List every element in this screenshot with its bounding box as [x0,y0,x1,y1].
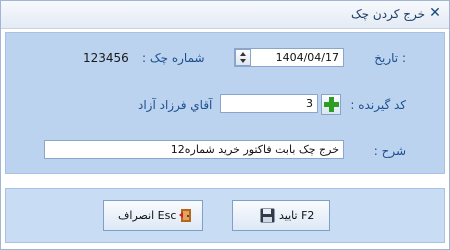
title-bar: خرج کردن چک ✕ [1,1,449,29]
payee-code-value: 3 [306,97,313,110]
payee-name: آقاي فرزاد آزاد [138,98,213,112]
confirm-button[interactable]: تایید F2 [232,200,330,231]
floppy-disk-icon [260,208,275,223]
payee-code-label: کد گیرنده : [350,98,406,112]
date-label: تاریخ : [374,51,406,65]
plus-icon [324,97,339,112]
form-panel: تاریخ : 1404/04/17 شماره چک : 123456 کد … [5,32,445,174]
window-title: خرج کردن چک [350,7,425,21]
cancel-button[interactable]: انصراف Esc [103,200,203,231]
check-payout-dialog: خرج کردن چک ✕ تاریخ : 1404/04/17 شماره چ… [0,0,450,250]
cancel-label: انصراف Esc [118,209,177,222]
spin-updown-icon[interactable] [235,49,251,66]
add-payee-button[interactable] [321,94,341,115]
check-number-label: شماره چک : [142,51,205,65]
date-value: 1404/04/17 [275,51,339,64]
description-label: شرح : [373,144,406,158]
description-field[interactable]: خرج چک بابت فاکتور خرید شماره12 [44,140,344,159]
button-bar: تایید F2 انصراف Esc [5,188,445,243]
description-value: خرج چک بابت فاکتور خرید شماره12 [170,143,339,156]
confirm-label: تایید F2 [279,209,315,222]
exit-door-icon [179,209,191,222]
close-icon[interactable]: ✕ [427,4,443,22]
check-number-value: 123456 [83,51,129,65]
payee-code-field[interactable]: 3 [220,94,318,113]
